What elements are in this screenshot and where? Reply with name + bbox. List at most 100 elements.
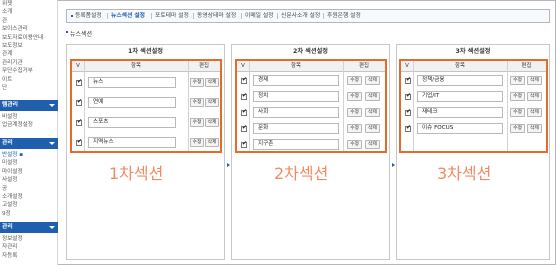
delete-button[interactable]: 삭제 bbox=[365, 108, 380, 117]
sidebar-item[interactable]: 마이설정 bbox=[0, 168, 58, 176]
edit-button[interactable]: 수정 bbox=[190, 78, 204, 87]
column-header-item: 항목 bbox=[131, 63, 141, 69]
row-checkbox[interactable] bbox=[76, 78, 82, 86]
delete-button[interactable]: 삭제 bbox=[365, 76, 380, 85]
section-title: 뉴스섹션 bbox=[65, 31, 93, 38]
edit-button[interactable]: 수정 bbox=[347, 76, 362, 85]
edit-button[interactable]: 수정 bbox=[347, 108, 362, 117]
arrow-right-icon bbox=[392, 163, 395, 167]
sidebar-item[interactable]: 이트 bbox=[0, 76, 58, 84]
highlight-box: V 항목 편집 정책/금융 수정 삭제 기업/IT 수정 삭제 재테크 수정 삭… bbox=[399, 59, 548, 153]
sidebar-item[interactable]: 보도정보 bbox=[0, 42, 58, 50]
sidebar-item[interactable]: 사설정 bbox=[0, 176, 58, 184]
edit-button[interactable]: 수정 bbox=[190, 98, 204, 107]
row-checkbox[interactable] bbox=[405, 76, 411, 84]
sidebar-item[interactable]: 관리기관 bbox=[0, 59, 58, 67]
column-header-v: V bbox=[405, 63, 409, 69]
row-checkbox[interactable] bbox=[405, 124, 411, 132]
tab-email[interactable]: 이메일 설정 bbox=[245, 10, 274, 22]
sidebar-item[interactable]: 소개 bbox=[0, 8, 58, 16]
sidebar-item[interactable]: 고설정 bbox=[0, 201, 58, 209]
section-name-field[interactable]: 정책/금융 bbox=[417, 75, 503, 86]
row-checkbox[interactable] bbox=[405, 108, 411, 116]
row-checkbox[interactable] bbox=[241, 92, 247, 100]
row-checkbox[interactable] bbox=[241, 108, 247, 116]
edit-button[interactable]: 수정 bbox=[347, 140, 362, 149]
sidebar-item[interactable]: 소개설정 bbox=[0, 193, 58, 201]
sidebar-item[interactable]: 비설정 bbox=[0, 113, 58, 121]
row-checkbox[interactable] bbox=[76, 138, 82, 146]
row-checkbox[interactable] bbox=[241, 140, 247, 148]
tab-photo-theme[interactable]: 포토테마 설정 bbox=[155, 10, 189, 22]
section-name-field[interactable]: 경제 bbox=[253, 75, 339, 86]
tab-newspaper-intro[interactable]: 신문사소개 설정 bbox=[281, 10, 320, 22]
edit-button[interactable]: 수정 bbox=[510, 92, 525, 101]
section-name-field[interactable]: 지구촌 bbox=[253, 139, 339, 150]
tab-divider bbox=[107, 13, 108, 19]
sidebar-item[interactable]: 자등록 bbox=[0, 252, 58, 260]
sidebar-group-header[interactable]: 관리 bbox=[0, 138, 58, 149]
sidebar-group-list: 반설정 ▪ 미설정 마이설정 사설정 공 소개설정 고설정 9정 bbox=[0, 151, 58, 218]
section-name-field[interactable]: 사회 bbox=[253, 107, 339, 118]
sidebar: 위젯 소개 관 보이스관리 보도자료이용안내 보도정보 관계 관리기관 무단수집… bbox=[0, 0, 58, 265]
section-panel-1: 1차 섹션설정 V 항목 편집 뉴스 수정 삭제 연예 수정 삭제 스포츠 수정… bbox=[66, 44, 225, 260]
section-name-field[interactable]: 뉴스 bbox=[88, 77, 176, 88]
sidebar-item[interactable]: 보도자료이용안내 bbox=[0, 34, 58, 42]
tab-news-section[interactable]: 뉴스섹션 설정 bbox=[111, 10, 145, 22]
sidebar-item[interactable]: 미설정 bbox=[0, 159, 58, 167]
row-checkbox[interactable] bbox=[405, 92, 411, 100]
section-name-field[interactable]: 기업/IT bbox=[417, 91, 503, 102]
section-name-field[interactable]: 연예 bbox=[88, 97, 176, 108]
tab-video-theme[interactable]: 동영상테마 설정 bbox=[197, 10, 236, 22]
sidebar-item[interactable]: 단 bbox=[0, 84, 58, 92]
panel-annotation-label: 3차섹션 bbox=[437, 164, 492, 183]
sidebar-item[interactable]: 9정 bbox=[0, 210, 58, 218]
column-header-item: 항목 bbox=[291, 63, 301, 69]
row-checkbox[interactable] bbox=[76, 118, 82, 126]
delete-button[interactable]: 삭제 bbox=[205, 78, 219, 87]
delete-button[interactable]: 삭제 bbox=[205, 118, 219, 127]
delete-button[interactable]: 삭제 bbox=[205, 98, 219, 107]
section-name-field[interactable]: 재테크 bbox=[417, 107, 503, 118]
sidebar-item[interactable]: 관계 bbox=[0, 50, 58, 58]
edit-button[interactable]: 수정 bbox=[510, 108, 525, 117]
delete-button[interactable]: 삭제 bbox=[205, 138, 219, 147]
section-name-field[interactable]: 문화 bbox=[253, 123, 339, 134]
section-name-field[interactable]: 이슈 FOCUS bbox=[417, 123, 503, 134]
sidebar-group-header[interactable]: 관리 bbox=[0, 222, 58, 233]
sidebar-item-active[interactable]: 반설정 ▪ bbox=[0, 151, 58, 159]
sidebar-item[interactable]: 공 bbox=[0, 185, 58, 193]
edit-button[interactable]: 수정 bbox=[190, 118, 204, 127]
delete-button[interactable]: 삭제 bbox=[527, 108, 542, 117]
sidebar-group-header[interactable]: 템관리 bbox=[0, 100, 58, 111]
edit-button[interactable]: 수정 bbox=[347, 124, 362, 133]
tab-sponsor-bank[interactable]: 후원은행 설정 bbox=[327, 10, 361, 22]
delete-button[interactable]: 삭제 bbox=[365, 124, 380, 133]
column-header-edit: 편집 bbox=[359, 63, 369, 69]
section-name-field[interactable]: 정치 bbox=[253, 91, 339, 102]
highlight-box: V 항목 편집 경제 수정 삭제 정치 수정 삭제 사회 수정 삭제 문화 수정 bbox=[235, 59, 387, 153]
panel-title: 2차 섹션설정 bbox=[293, 48, 328, 55]
delete-button[interactable]: 삭제 bbox=[365, 92, 380, 101]
delete-button[interactable]: 삭제 bbox=[527, 124, 542, 133]
sidebar-item[interactable]: 정보설정 bbox=[0, 235, 58, 243]
sidebar-item[interactable]: 관 bbox=[0, 17, 58, 25]
section-name-field[interactable]: 지역뉴스 bbox=[88, 137, 176, 148]
section-name-field[interactable]: 스포츠 bbox=[88, 117, 176, 128]
row-checkbox[interactable] bbox=[76, 98, 82, 106]
delete-button[interactable]: 삭제 bbox=[365, 140, 380, 149]
edit-button[interactable]: 수정 bbox=[347, 92, 362, 101]
delete-button[interactable]: 삭제 bbox=[527, 76, 542, 85]
edit-button[interactable]: 수정 bbox=[510, 124, 525, 133]
delete-button[interactable]: 삭제 bbox=[527, 92, 542, 101]
tab-registration-form[interactable]: 등록폼설정 bbox=[75, 10, 102, 22]
sidebar-item[interactable]: 자관리 bbox=[0, 243, 58, 251]
sidebar-item[interactable]: 무단수집거부 bbox=[0, 67, 58, 75]
row-checkbox[interactable] bbox=[241, 76, 247, 84]
edit-button[interactable]: 수정 bbox=[510, 76, 525, 85]
row-checkbox[interactable] bbox=[241, 124, 247, 132]
sidebar-item[interactable]: 위젯 bbox=[0, 0, 58, 8]
edit-button[interactable]: 수정 bbox=[190, 138, 204, 147]
sidebar-item[interactable]: 보이스관리 bbox=[0, 25, 58, 33]
sidebar-item[interactable]: 업금계정설정 bbox=[0, 121, 58, 129]
